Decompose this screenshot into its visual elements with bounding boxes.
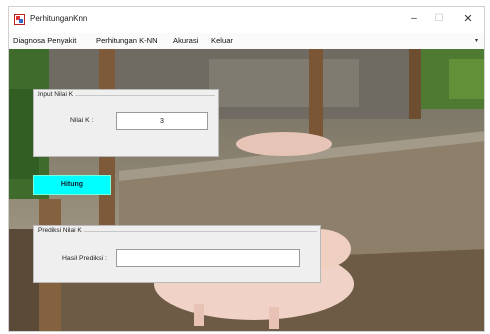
minimize-button[interactable]: – <box>406 12 422 26</box>
hasil-prediksi-label: Hasil Prediksi : <box>62 255 107 262</box>
menu-bar: Diagnosa Penyakit Perhitungan K-NN Akura… <box>9 33 484 49</box>
menu-overflow-icon[interactable]: ▾ <box>475 37 478 44</box>
app-window: PerhitunganKnn – ☐ ✕ Diagnosa Penyakit P… <box>8 6 485 332</box>
background-photo: Input Nilai K Nilai K : Hitung Prediksi … <box>9 49 484 331</box>
panel-title: Prediksi Nilai K <box>38 227 84 234</box>
nilai-k-label: Nilai K : <box>70 117 94 124</box>
title-bar: PerhitunganKnn – ☐ ✕ <box>9 7 484 33</box>
menu-keluar[interactable]: Keluar <box>211 36 233 45</box>
input-nilai-k-panel: Input Nilai K Nilai K : <box>33 89 219 157</box>
pig <box>236 132 332 156</box>
app-icon <box>14 14 25 25</box>
hasil-prediksi-input[interactable] <box>116 249 300 267</box>
hitung-button[interactable]: Hitung <box>33 175 111 195</box>
panel-title: Input Nilai K <box>38 91 76 98</box>
maximize-button[interactable]: ☐ <box>431 12 447 26</box>
close-button[interactable]: ✕ <box>460 12 476 26</box>
menu-akurasi[interactable]: Akurasi <box>173 36 198 45</box>
menu-perhitungan-knn[interactable]: Perhitungan K-NN <box>96 36 158 45</box>
menu-diagnosa-penyakit[interactable]: Diagnosa Penyakit <box>13 36 76 45</box>
window-title: PerhitunganKnn <box>30 14 88 23</box>
prediksi-nilai-k-panel: Prediksi Nilai K Hasil Prediksi : <box>33 225 321 283</box>
nilai-k-input[interactable] <box>116 112 208 130</box>
